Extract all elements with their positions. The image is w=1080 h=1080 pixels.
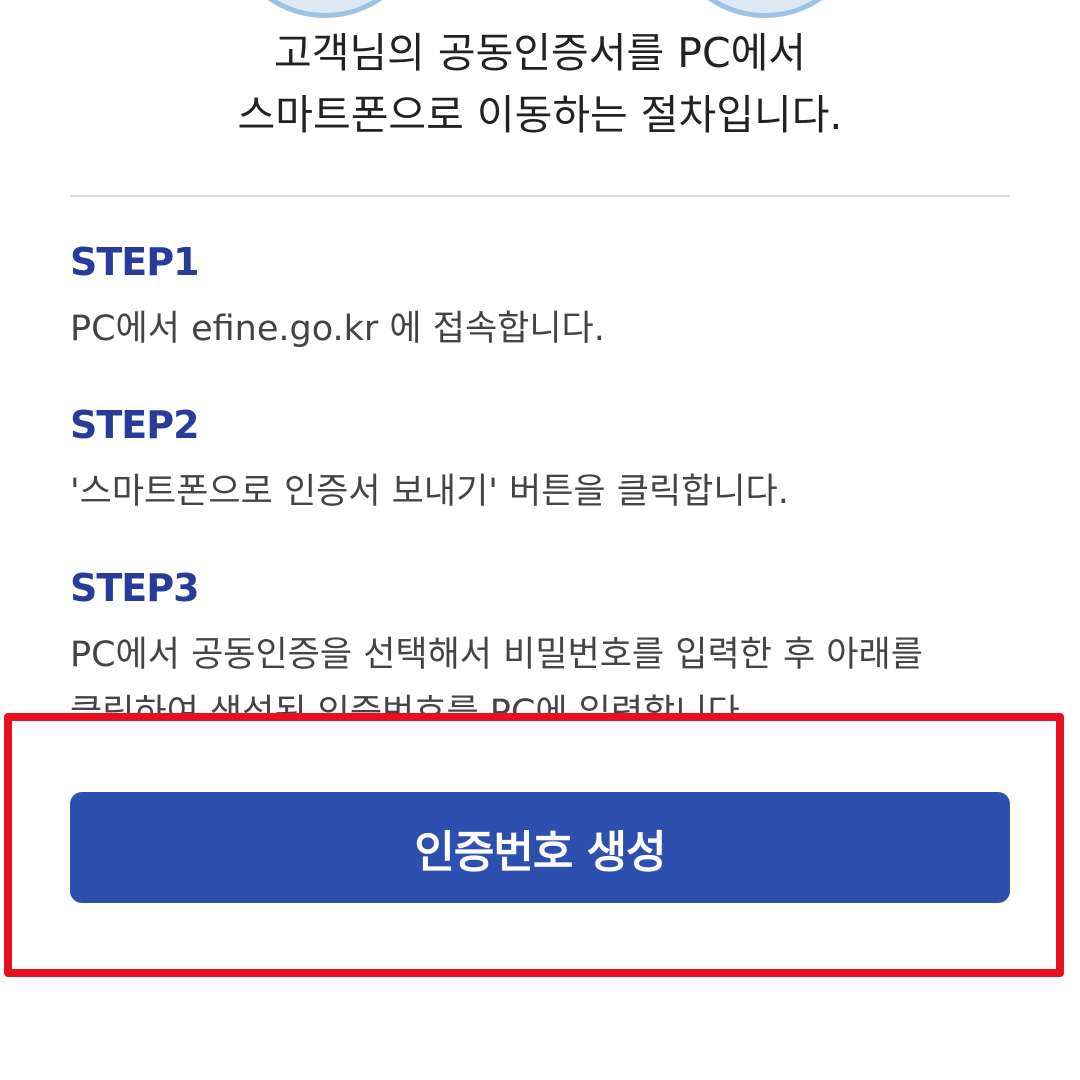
intro-line-2: 스마트폰으로 이동하는 절차입니다.: [237, 91, 843, 139]
step1-description: PC에서 efine.go.kr 에 접속합니다.: [70, 309, 605, 349]
intro-line-1: 고객님의 공동인증서를 PC에서: [273, 29, 807, 77]
step3-description: PC에서 공동인증을 선택해서 비밀번호를 입력한 후 아래를: [70, 635, 923, 675]
step3-title: STEP3: [70, 566, 200, 610]
generate-code-button[interactable]: 인증번호 생성: [70, 792, 1010, 903]
step2-title: STEP2: [70, 403, 200, 447]
illustration-circle-right: [665, 0, 865, 18]
step1-title: STEP1: [70, 240, 200, 284]
divider: [70, 195, 1010, 197]
step2-description: '스마트폰으로 인증서 보내기' 버튼을 클릭합니다.: [70, 472, 789, 512]
illustration-circle-left: [225, 0, 425, 18]
intro-text: 고객님의 공동인증서를 PC에서 스마트폰으로 이동하는 절차입니다.: [0, 22, 1080, 146]
screen: 고객님의 공동인증서를 PC에서 스마트폰으로 이동하는 절차입니다. STEP…: [0, 0, 1080, 1080]
